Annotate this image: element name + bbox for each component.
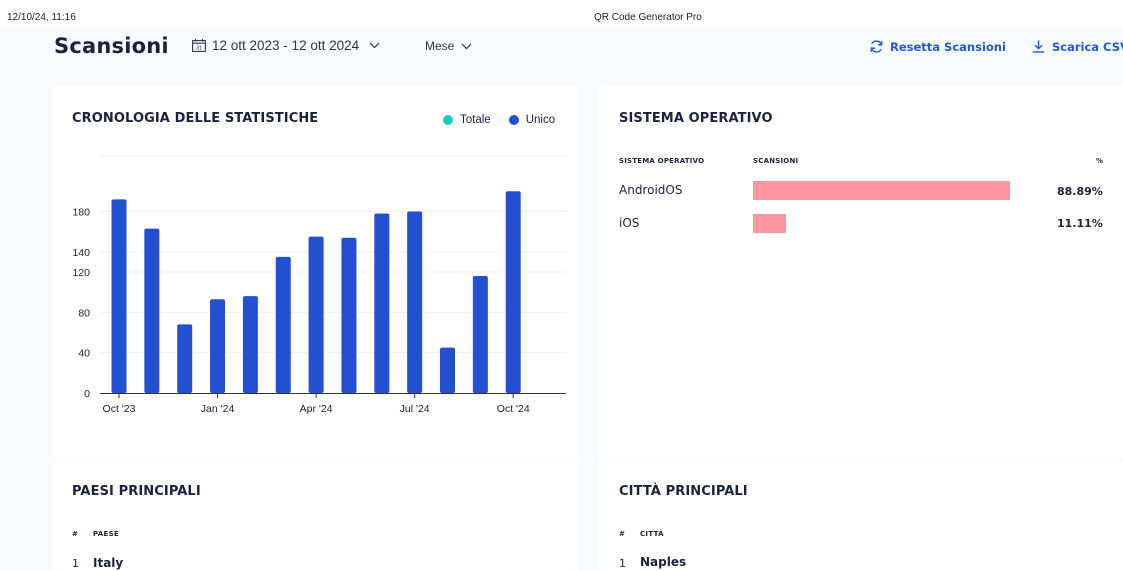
chart-bar — [407, 211, 423, 393]
chart-bar — [242, 296, 258, 393]
y-tick-label: 40 — [78, 348, 90, 360]
os-row-percent: 11.11% — [1057, 217, 1103, 230]
os-card-title: SISTEMA OPERATIVO — [619, 111, 773, 126]
print-datetime: 12/10/24, 11:16 — [7, 12, 76, 23]
print-header: 12/10/24, 11:16 QR Code Generator Pro — [0, 12, 1123, 26]
y-tick-label: 120 — [72, 267, 90, 279]
chart-bar — [440, 347, 455, 393]
city-column-header: CITTÀ — [640, 530, 664, 538]
x-tick-label: Oct '24 — [497, 403, 530, 415]
os-row-label: AndroidOS — [619, 183, 683, 197]
city-row-name: Naples — [640, 555, 687, 569]
x-tick-label: Apr '24 — [300, 403, 333, 415]
cities-card-title: CITTÀ PRINCIPALI — [619, 484, 748, 499]
y-tick-label: 140 — [72, 247, 90, 259]
x-tick-label: Oct '23 — [103, 403, 136, 415]
app-content: Scansioni 31 12 ott 2023 - 12 ott 2024 M… — [0, 28, 1123, 571]
y-tick-label: 180 — [72, 206, 90, 218]
chart-bar — [505, 191, 521, 393]
os-row-percent: 88.89% — [1057, 185, 1103, 198]
os-share-bar — [753, 214, 786, 233]
x-tick-label: Jan '24 — [201, 403, 235, 415]
y-tick-label: 80 — [78, 307, 90, 319]
chart-bar — [275, 256, 291, 393]
y-tick-label: 0 — [84, 388, 90, 400]
chart-bar — [472, 276, 488, 393]
os-column-header: SISTEMA OPERATIVO — [619, 157, 705, 165]
country-column-header: PAESE — [93, 530, 120, 538]
chart-bar — [177, 324, 193, 393]
chart-bar — [210, 299, 226, 393]
x-tick-label: Jul '24 — [400, 403, 430, 415]
chart-bar — [341, 237, 357, 393]
city-row-rank: 1 — [619, 557, 626, 570]
os-row-label: iOS — [619, 216, 640, 230]
percent-column-header: % — [1096, 157, 1104, 165]
rank-column-header: # — [72, 530, 79, 538]
chart-bar — [144, 228, 160, 393]
countries-card-title: PAESI PRINCIPALI — [72, 484, 201, 499]
country-row-rank: 1 — [72, 557, 79, 570]
chart-bar — [308, 236, 324, 393]
scans-column-header: SCANSIONI — [753, 157, 799, 165]
country-row-name: Italy — [93, 556, 124, 570]
chart-bar — [111, 199, 127, 393]
rank-column-header: # — [619, 530, 626, 538]
print-page-title: QR Code Generator Pro — [594, 12, 702, 23]
chart-bar — [374, 213, 390, 393]
os-share-bar — [753, 181, 1010, 200]
